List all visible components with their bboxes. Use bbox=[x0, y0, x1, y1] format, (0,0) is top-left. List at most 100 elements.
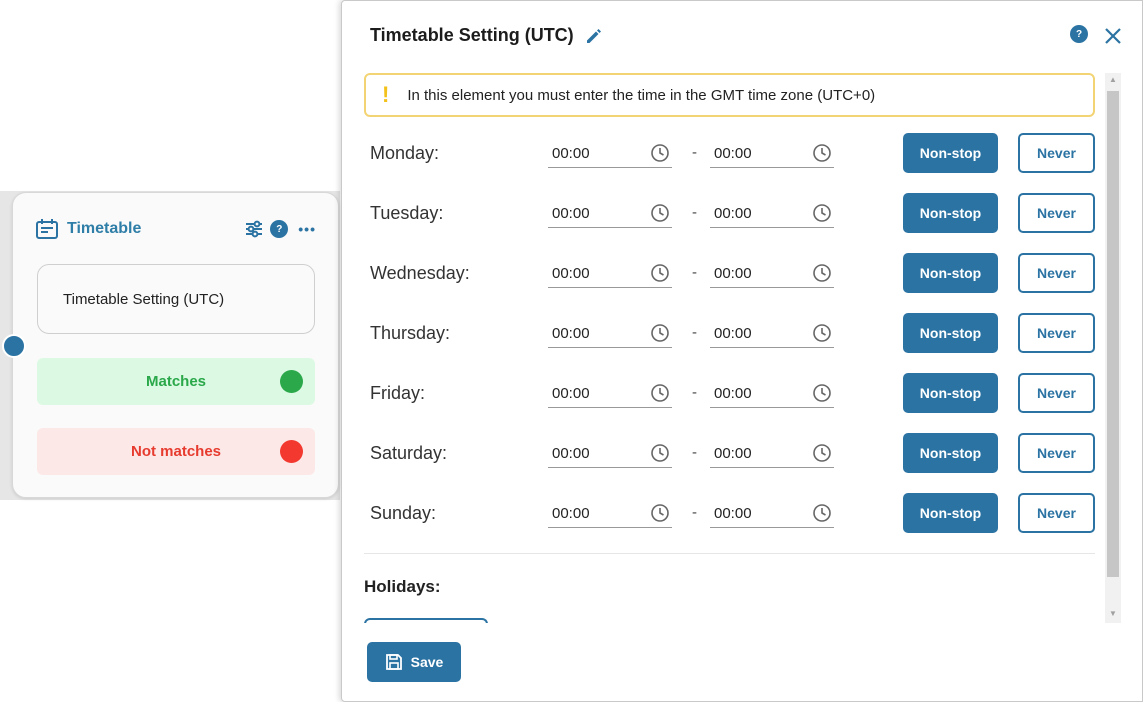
nonstop-button[interactable]: Non-stop bbox=[903, 133, 998, 173]
clock-icon[interactable] bbox=[812, 383, 832, 403]
node-toolbar: ? ••• bbox=[244, 219, 316, 239]
nonstop-button[interactable]: Non-stop bbox=[903, 313, 998, 353]
nonstop-button[interactable]: Non-stop bbox=[903, 373, 998, 413]
end-time-input[interactable]: 00:00 bbox=[710, 202, 834, 228]
end-time-input[interactable]: 00:00 bbox=[710, 442, 834, 468]
end-time-input[interactable]: 00:00 bbox=[710, 382, 834, 408]
never-button[interactable]: Never bbox=[1018, 313, 1095, 353]
scrollbar-thumb[interactable] bbox=[1107, 91, 1119, 577]
node-title: Timetable bbox=[67, 220, 142, 237]
save-button[interactable]: Save bbox=[367, 642, 461, 682]
start-time-input[interactable]: 00:00 bbox=[548, 502, 672, 528]
dialog-title: Timetable Setting (UTC) bbox=[370, 25, 574, 45]
day-label: Wednesday: bbox=[370, 263, 470, 283]
close-icon[interactable] bbox=[1102, 25, 1124, 47]
day-row: Friday: 00:00-00:00 Non-stop Never bbox=[370, 373, 1097, 413]
end-time-value: 00:00 bbox=[714, 505, 752, 522]
start-time-input[interactable]: 00:00 bbox=[548, 442, 672, 468]
nonstop-button[interactable]: Non-stop bbox=[903, 193, 998, 233]
clock-icon[interactable] bbox=[812, 143, 832, 163]
range-dash: - bbox=[692, 444, 697, 461]
never-button[interactable]: Never bbox=[1018, 193, 1095, 233]
end-time-value: 00:00 bbox=[714, 325, 752, 342]
day-label: Friday: bbox=[370, 383, 426, 403]
dialog-help-icon[interactable]: ? bbox=[1070, 25, 1088, 43]
start-time-input[interactable]: 00:00 bbox=[548, 322, 672, 348]
scroll-down-arrow[interactable]: ▼ bbox=[1109, 609, 1117, 618]
node-help-icon[interactable]: ? bbox=[270, 220, 289, 238]
setting-name-box[interactable]: Timetable Setting (UTC) bbox=[37, 264, 315, 334]
start-time-value: 00:00 bbox=[552, 445, 590, 462]
output-matches-label: Matches bbox=[145, 373, 207, 390]
day-label: Sunday: bbox=[370, 503, 437, 523]
clock-icon[interactable] bbox=[650, 383, 670, 403]
day-label: Monday: bbox=[370, 143, 440, 163]
start-time-input[interactable]: 00:00 bbox=[548, 382, 672, 408]
clock-icon[interactable] bbox=[812, 503, 832, 523]
scroll-up-arrow[interactable]: ▲ bbox=[1109, 75, 1117, 84]
end-time-value: 00:00 bbox=[714, 445, 752, 462]
start-time-input[interactable]: 00:00 bbox=[548, 262, 672, 288]
never-button[interactable]: Never bbox=[1018, 253, 1095, 293]
day-label: Thursday: bbox=[370, 323, 451, 343]
range-dash: - bbox=[692, 204, 697, 221]
day-row: Wednesday: 00:00-00:00 Non-stop Never bbox=[370, 253, 1097, 293]
timetable-node[interactable]: Timetable ? ••• Timetable Setting (UTC) … bbox=[12, 192, 339, 498]
never-button[interactable]: Never bbox=[1018, 133, 1095, 173]
range-dash: - bbox=[692, 384, 697, 401]
day-row: Thursday: 00:00-00:00 Non-stop Never bbox=[370, 313, 1097, 353]
warning-icon: ! bbox=[382, 82, 390, 107]
clock-icon[interactable] bbox=[650, 503, 670, 523]
dialog-title-row: Timetable Setting (UTC) bbox=[370, 25, 604, 46]
day-row: Saturday: 00:00-00:00 Non-stop Never bbox=[370, 433, 1097, 473]
start-time-value: 00:00 bbox=[552, 505, 590, 522]
clock-icon[interactable] bbox=[650, 263, 670, 283]
output-not-matches[interactable]: Not matches bbox=[37, 428, 315, 475]
more-options-icon[interactable]: ••• bbox=[298, 221, 316, 237]
not-matches-port[interactable] bbox=[280, 440, 303, 463]
node-header: Timetable ? ••• bbox=[35, 217, 316, 241]
clock-icon[interactable] bbox=[812, 263, 832, 283]
settings-sliders-icon[interactable] bbox=[244, 219, 264, 239]
day-row: Sunday: 00:00-00:00 Non-stop Never bbox=[370, 493, 1097, 533]
end-time-input[interactable]: 00:00 bbox=[710, 142, 834, 168]
scroll-clip bbox=[364, 623, 1104, 633]
nonstop-button[interactable]: Non-stop bbox=[903, 253, 998, 293]
clock-icon[interactable] bbox=[650, 443, 670, 463]
output-not-matches-label: Not matches bbox=[130, 443, 222, 460]
end-time-input[interactable]: 00:00 bbox=[710, 262, 834, 288]
start-time-input[interactable]: 00:00 bbox=[548, 202, 672, 228]
save-floppy-icon bbox=[385, 654, 402, 670]
clock-icon[interactable] bbox=[812, 443, 832, 463]
day-label: Saturday: bbox=[370, 443, 448, 463]
day-row: Monday: 00:00-00:00 Non-stop Never bbox=[370, 133, 1097, 173]
end-time-input[interactable]: 00:00 bbox=[710, 502, 834, 528]
output-matches[interactable]: Matches bbox=[37, 358, 315, 405]
start-time-value: 00:00 bbox=[552, 205, 590, 222]
save-label: Save bbox=[410, 654, 444, 670]
matches-port[interactable] bbox=[280, 370, 303, 393]
clock-icon[interactable] bbox=[650, 323, 670, 343]
range-dash: - bbox=[692, 264, 697, 281]
start-time-value: 00:00 bbox=[552, 265, 590, 282]
range-dash: - bbox=[692, 144, 697, 161]
end-time-input[interactable]: 00:00 bbox=[710, 322, 834, 348]
clock-icon[interactable] bbox=[812, 203, 832, 223]
utc-warning-banner: ! In this element you must enter the tim… bbox=[364, 73, 1095, 117]
nonstop-button[interactable]: Non-stop bbox=[903, 493, 998, 533]
start-time-input[interactable]: 00:00 bbox=[548, 142, 672, 168]
clock-icon[interactable] bbox=[650, 143, 670, 163]
clock-icon[interactable] bbox=[650, 203, 670, 223]
never-button[interactable]: Never bbox=[1018, 493, 1095, 533]
nonstop-button[interactable]: Non-stop bbox=[903, 433, 998, 473]
setting-name-text: Timetable Setting (UTC) bbox=[63, 290, 225, 308]
edit-pencil-icon[interactable] bbox=[584, 26, 604, 46]
timetable-settings-dialog: Timetable Setting (UTC) ? ! In this elem… bbox=[341, 0, 1143, 702]
clock-icon[interactable] bbox=[812, 323, 832, 343]
app-stage: Timetable ? ••• Timetable Setting (UTC) … bbox=[0, 0, 1143, 702]
end-time-value: 00:00 bbox=[714, 145, 752, 162]
range-dash: - bbox=[692, 504, 697, 521]
never-button[interactable]: Never bbox=[1018, 433, 1095, 473]
never-button[interactable]: Never bbox=[1018, 373, 1095, 413]
input-port[interactable] bbox=[2, 334, 26, 358]
